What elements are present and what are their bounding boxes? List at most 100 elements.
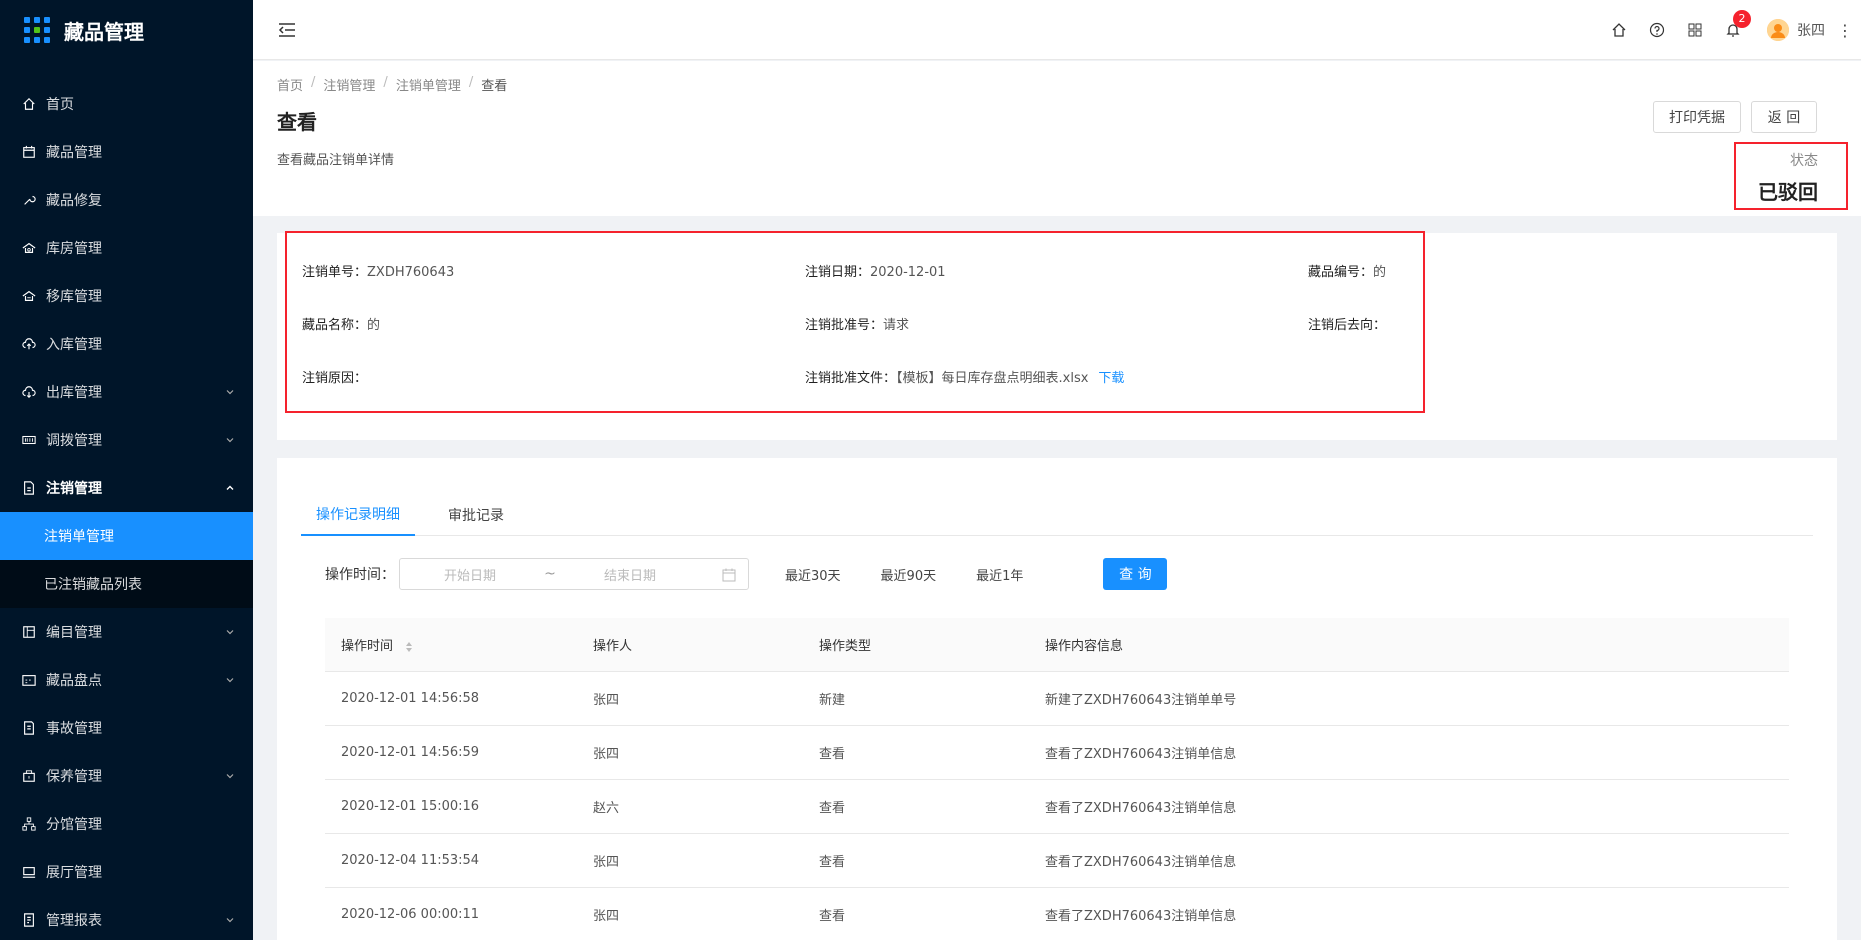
records-card: 操作记录明细 审批记录 操作时间： 开始日期 ~ 结束日期 最近30天 最近90… <box>277 458 1837 940</box>
wrench-icon <box>22 193 36 207</box>
monitor-icon <box>22 865 36 879</box>
cell-content: 新建了ZXDH760643注销单单号 <box>1045 693 1237 708</box>
sidebar-item-maintenance[interactable]: 保养管理 <box>0 752 253 800</box>
info-value: 的 <box>367 318 381 333</box>
sidebar-item-transfer-storage[interactable]: 移库管理 <box>0 272 253 320</box>
sidebar-item-collections[interactable]: 藏品管理 <box>0 128 253 176</box>
sidebar-item-home[interactable]: 首页 <box>0 80 253 128</box>
sidebar-item-label: 移库管理 <box>46 289 102 305</box>
info-value: 2020-12-01 <box>870 265 946 280</box>
info-approval-file: 注销批准文件：【模板】每日库存盘点明细表.xlsx 下载 <box>805 367 1124 386</box>
info-label: 注销批准号： <box>805 318 884 333</box>
catalog-icon <box>22 625 36 639</box>
menu-fold-icon[interactable] <box>277 20 297 40</box>
quick-range-90d[interactable]: 最近90天 <box>881 565 937 584</box>
sort-icon[interactable] <box>405 641 413 653</box>
avatar <box>1767 19 1789 41</box>
back-button[interactable]: 返 回 <box>1751 101 1817 133</box>
page-header: 首页 / 注销管理 / 注销单管理 / 查看 查看 查看藏品注销单详情 打印凭据… <box>253 61 1861 216</box>
sidebar-subitem-deregistered-list[interactable]: 已注销藏品列表 <box>0 560 253 608</box>
tab-approval-records[interactable]: 审批记录 <box>433 494 519 536</box>
sidebar-item-label: 藏品盘点 <box>46 673 102 689</box>
incident-icon <box>22 721 36 735</box>
date-range-picker[interactable]: 开始日期 ~ 结束日期 <box>399 558 749 590</box>
cell-content: 查看了ZXDH760643注销单信息 <box>1045 747 1237 762</box>
notification-badge: 2 <box>1733 10 1751 28</box>
table-header: 操作时间 操作人 操作类型 操作内容信息 <box>325 618 1789 672</box>
chevron-down-icon <box>226 630 234 635</box>
header-actions: 2 张四 ⋮ <box>1589 0 1861 60</box>
cell-time: 2020-12-01 15:00:16 <box>341 799 480 814</box>
start-date-input[interactable]: 开始日期 <box>400 565 540 584</box>
home-icon <box>22 97 36 111</box>
sidebar-item-label: 出库管理 <box>46 385 102 401</box>
info-value: 的 <box>1373 265 1387 280</box>
info-approval-number: 注销批准号：请求 <box>805 314 909 333</box>
quick-range-30d[interactable]: 最近30天 <box>785 565 841 584</box>
table-row: 2020-12-04 11:53:54 张四 查看 查看了ZXDH760643注… <box>325 834 1789 888</box>
logo[interactable]: 藏品管理 <box>0 0 253 60</box>
sidebar-item-inventory[interactable]: 藏品盘点 <box>0 656 253 704</box>
sidebar-item-warehouse[interactable]: 库房管理 <box>0 224 253 272</box>
more-vertical-icon[interactable]: ⋮ <box>1837 21 1853 40</box>
app-grid-icon <box>24 17 50 43</box>
records-tabs: 操作记录明细 审批记录 <box>301 494 1813 536</box>
chevron-down-icon <box>226 918 234 923</box>
sidebar-item-restoration[interactable]: 藏品修复 <box>0 176 253 224</box>
page-title: 查看 <box>277 110 317 134</box>
cell-operator: 张四 <box>593 909 620 924</box>
quick-range-1y[interactable]: 最近1年 <box>976 565 1023 584</box>
sidebar-item-branches[interactable]: 分馆管理 <box>0 800 253 848</box>
sidebar-item-outbound[interactable]: 出库管理 <box>0 368 253 416</box>
records-table: 操作时间 操作人 操作类型 操作内容信息 2020-12-01 14:56:58… <box>325 618 1789 940</box>
end-date-input[interactable]: 结束日期 <box>560 565 700 584</box>
info-value: ZXDH760643 <box>367 265 455 280</box>
file-name: 【模板】每日库存盘点明细表.xlsx <box>896 371 1089 386</box>
sidebar-item-incidents[interactable]: 事故管理 <box>0 704 253 752</box>
status-label: 状态 <box>1790 153 1818 169</box>
cell-type: 新建 <box>819 693 846 708</box>
column-header-time[interactable]: 操作时间 <box>325 635 577 654</box>
filter-label: 操作时间： <box>325 567 395 583</box>
filter-bar: 操作时间： 开始日期 ~ 结束日期 最近30天 最近90天 最近1年 查 询 <box>325 558 1168 590</box>
sidebar-item-label: 首页 <box>46 97 74 113</box>
sidebar-item-exhibition-hall[interactable]: 展厅管理 <box>0 848 253 896</box>
print-receipt-button[interactable]: 打印凭据 <box>1653 101 1741 133</box>
help-icon[interactable] <box>1649 22 1665 38</box>
sidebar-item-label: 藏品管理 <box>46 145 102 161</box>
sidebar-item-label: 调拨管理 <box>46 433 102 449</box>
cell-type: 查看 <box>819 855 846 870</box>
sidebar-subitem-deregistration-orders[interactable]: 注销单管理 <box>0 512 253 560</box>
tab-operation-records[interactable]: 操作记录明细 <box>301 494 415 536</box>
chevron-down-icon <box>226 678 234 683</box>
table-row: 2020-12-01 14:56:59 张四 查看 查看了ZXDH760643注… <box>325 726 1789 780</box>
sidebar-item-label: 事故管理 <box>46 721 102 737</box>
cell-content: 查看了ZXDH760643注销单信息 <box>1045 855 1237 870</box>
sidebar-item-deregistration[interactable]: 注销管理 <box>0 464 253 512</box>
sidebar-item-allocation[interactable]: 调拨管理 <box>0 416 253 464</box>
info-label: 注销单号： <box>302 265 368 280</box>
bell-icon[interactable]: 2 <box>1725 10 1751 38</box>
column-header-type: 操作类型 <box>819 639 872 654</box>
maintenance-icon <box>22 769 36 783</box>
column-header-operator: 操作人 <box>593 639 633 654</box>
download-link[interactable]: 下载 <box>1098 371 1124 386</box>
apps-icon[interactable] <box>1687 22 1703 38</box>
sidebar-item-reports[interactable]: 管理报表 <box>0 896 253 940</box>
sidebar-item-cataloging[interactable]: 编目管理 <box>0 608 253 656</box>
cell-time: 2020-12-01 14:56:58 <box>341 691 480 706</box>
breadcrumb-item[interactable]: 注销管理 <box>323 75 375 94</box>
breadcrumb-item[interactable]: 注销单管理 <box>396 75 461 94</box>
home-icon[interactable] <box>1611 22 1627 38</box>
cell-operator: 张四 <box>593 855 620 870</box>
inventory-icon <box>22 673 36 687</box>
sidebar-item-inbound[interactable]: 入库管理 <box>0 320 253 368</box>
deregistration-submenu: 注销单管理 已注销藏品列表 <box>0 512 253 608</box>
breadcrumb-item[interactable]: 首页 <box>277 75 303 94</box>
query-button[interactable]: 查 询 <box>1103 558 1168 590</box>
user-menu[interactable]: 张四 <box>1767 19 1825 41</box>
info-label: 注销后去向： <box>1308 318 1387 333</box>
info-deregistration-date: 注销日期：2020-12-01 <box>805 261 946 280</box>
cell-type: 查看 <box>819 909 846 924</box>
sidebar-item-label: 管理报表 <box>46 913 102 929</box>
